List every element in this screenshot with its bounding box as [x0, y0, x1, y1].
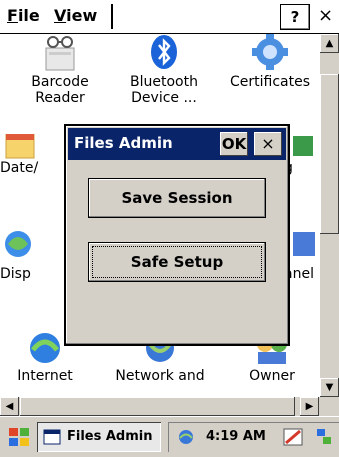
barcode-reader-icon: [45, 36, 75, 71]
menu-separator: [111, 4, 113, 29]
icon-display[interactable]: Disp: [0, 226, 50, 282]
files-admin-dialog: Files Admin OK × Save Session Safe Setup: [64, 124, 290, 346]
icon-label: Barcode: [31, 74, 89, 90]
icon-label: Owner: [249, 368, 295, 384]
pen-tray-icon[interactable]: [282, 427, 304, 447]
dialog-ok-button[interactable]: OK: [220, 132, 248, 156]
certificates-icon: [252, 34, 288, 70]
icon-label: Bluetooth: [130, 74, 198, 90]
vertical-scrollbar[interactable]: ▲ ▼: [320, 34, 339, 397]
icon-certificates[interactable]: Certificates: [220, 34, 320, 90]
settings-icon: [293, 136, 313, 156]
icon-label: Date/: [0, 160, 39, 176]
bluetooth-icon: [151, 35, 177, 69]
icon-label: Certificates: [229, 74, 310, 90]
taskbar-files-admin-button[interactable]: Files Admin: [37, 422, 161, 452]
help-button[interactable]: ?: [280, 4, 310, 30]
taskbar-clock[interactable]: 4:19 AM: [206, 429, 266, 444]
menu-file[interactable]: File: [7, 6, 40, 25]
taskbar-item-label: Files Admin: [67, 429, 153, 444]
horizontal-scrollbar[interactable]: ◀ ▶: [0, 397, 339, 416]
calendar-clock-icon: [5, 134, 35, 159]
network-tray-icon[interactable]: [176, 428, 196, 446]
icon-barcode-reader[interactable]: Barcode Reader: [10, 34, 110, 106]
scroll-up-button[interactable]: ▲: [320, 34, 339, 53]
dialog-title: Files Admin: [74, 134, 173, 152]
close-button[interactable]: ×: [312, 4, 339, 28]
scroll-left-button[interactable]: ◀: [0, 397, 19, 416]
system-tray: 4:19 AM: [168, 422, 339, 452]
dialog-close-button[interactable]: ×: [254, 132, 282, 156]
icon-label: Reader: [35, 90, 85, 106]
icon-label: Internet: [17, 368, 73, 384]
scroll-right-button[interactable]: ▶: [300, 397, 319, 416]
icon-date-time[interactable]: Date/: [0, 134, 50, 176]
vertical-scroll-thumb[interactable]: [320, 74, 339, 234]
save-session-button[interactable]: Save Session: [88, 178, 266, 218]
scroll-down-button[interactable]: ▼: [320, 378, 339, 397]
menu-bar: File View ? ×: [0, 0, 339, 34]
display-icon: [5, 231, 31, 257]
icon-label: Network and: [115, 368, 205, 384]
icon-bluetooth-device[interactable]: Bluetooth Device ...: [114, 34, 214, 106]
horizontal-scroll-thumb[interactable]: [20, 397, 295, 416]
connection-tray-icon[interactable]: [314, 427, 334, 447]
icon-label: Disp: [0, 266, 31, 282]
dialog-titlebar: Files Admin OK ×: [68, 128, 286, 160]
window-icon: [43, 429, 61, 445]
menu-view[interactable]: View: [54, 6, 97, 25]
icon-label: Device ...: [131, 90, 197, 106]
internet-icon: [30, 333, 60, 363]
start-windows-icon[interactable]: [7, 426, 31, 448]
taskbar: Files Admin 4:19 AM: [0, 416, 339, 457]
safe-setup-button[interactable]: Safe Setup: [88, 242, 266, 282]
panel-icon: [293, 232, 315, 256]
